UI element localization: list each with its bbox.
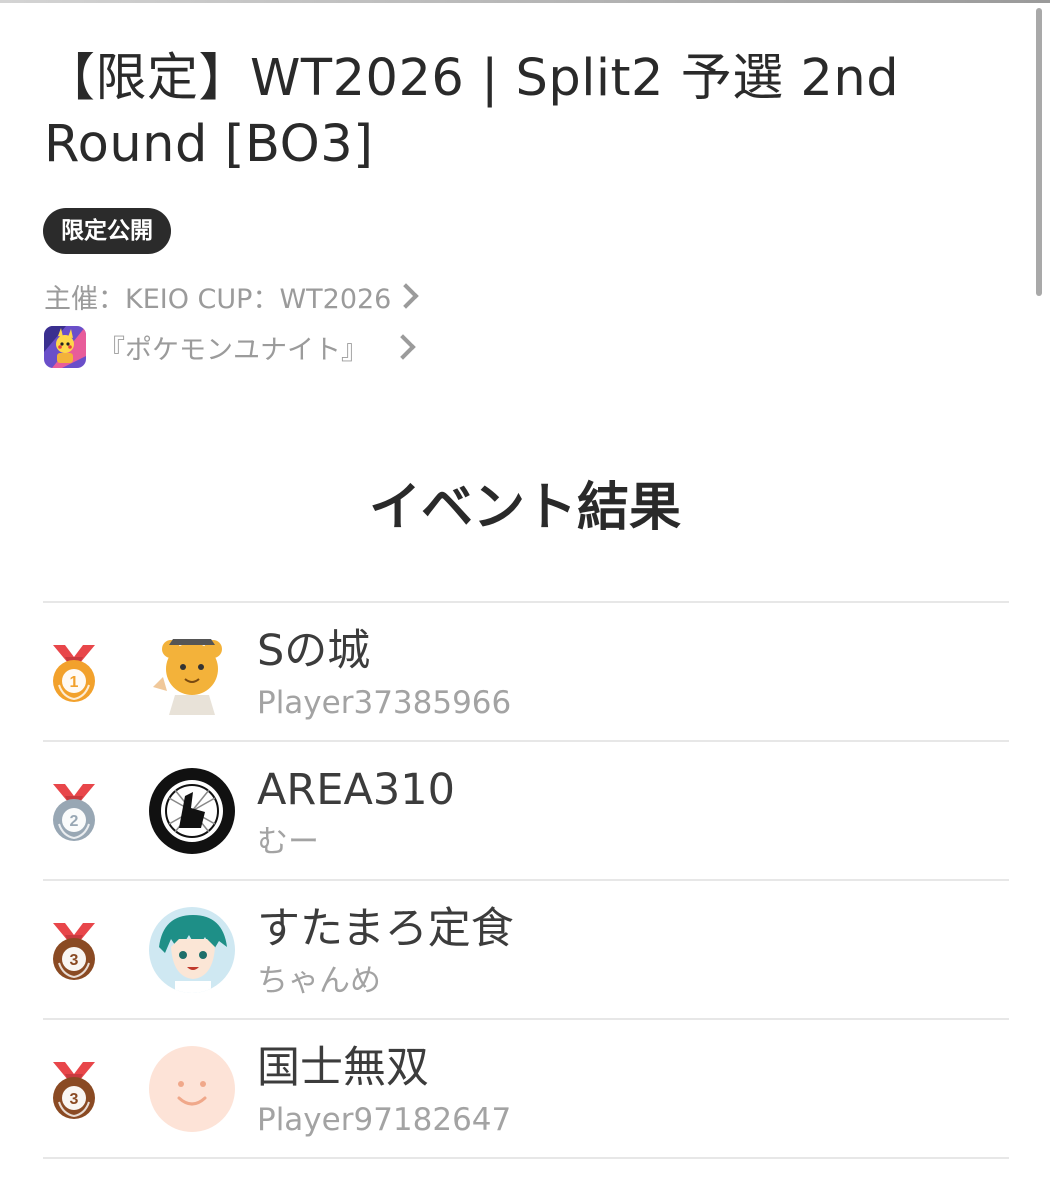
result-row[interactable]: 2 AREA310 むー [43, 742, 1009, 881]
silver-medal-icon: 2 [53, 784, 95, 841]
bronze-medal-icon: 3 [53, 923, 95, 980]
player-name: ちゃんめ [257, 963, 381, 999]
rank-number: 3 [70, 952, 79, 969]
player-name: Player37385966 [257, 685, 512, 721]
top-edge-divider [0, 0, 1050, 3]
scrollbar[interactable] [1036, 8, 1042, 296]
organizer-label: 主催：KEIO CUP：WT2026 [44, 283, 392, 315]
event-title: 【限定】WT2026 | Split2 予選 2nd Round [BO3] [44, 49, 900, 174]
result-row[interactable]: 3 すたまろ定食 ちゃんめ [43, 881, 1009, 1020]
default-smiley-avatar [149, 1046, 235, 1132]
team-avatar [149, 629, 235, 715]
gold-medal-icon: 1 [53, 645, 95, 702]
team-name[interactable]: 国士無双 [257, 1040, 429, 1096]
visibility-badge: 限定公開 [43, 208, 171, 254]
team-avatar [149, 768, 235, 854]
organizer-link[interactable]: 主催：KEIO CUP：WT2026 [44, 276, 420, 316]
chevron-right-icon [390, 334, 416, 360]
pokemon-unite-game-icon [44, 326, 86, 368]
chevron-right-icon [393, 283, 420, 309]
result-row[interactable]: 1 Sの城 Player37385966 [43, 603, 1009, 742]
rank-number: 2 [70, 813, 79, 830]
game-link[interactable]: 『ポケモンユナイト』 [44, 326, 416, 368]
bronze-medal-icon: 3 [53, 1062, 95, 1119]
team-name[interactable]: AREA310 [257, 762, 455, 818]
result-row[interactable]: 3 国士無双 Player97182647 [43, 1020, 1009, 1159]
rank-number: 3 [70, 1091, 79, 1108]
team-name[interactable]: すたまろ定食 [257, 901, 514, 957]
player-name: むー [257, 824, 319, 860]
team-avatar [149, 907, 235, 993]
results-heading: イベント結果 [368, 478, 681, 538]
rank-number: 1 [70, 674, 79, 691]
results-list: 1 Sの城 Player37385966 2 AREA310 むー 3 すたまろ… [43, 601, 1009, 1159]
game-label: 『ポケモンユナイト』 [98, 334, 368, 366]
player-name: Player97182647 [257, 1102, 512, 1138]
team-name[interactable]: Sの城 [257, 623, 370, 679]
